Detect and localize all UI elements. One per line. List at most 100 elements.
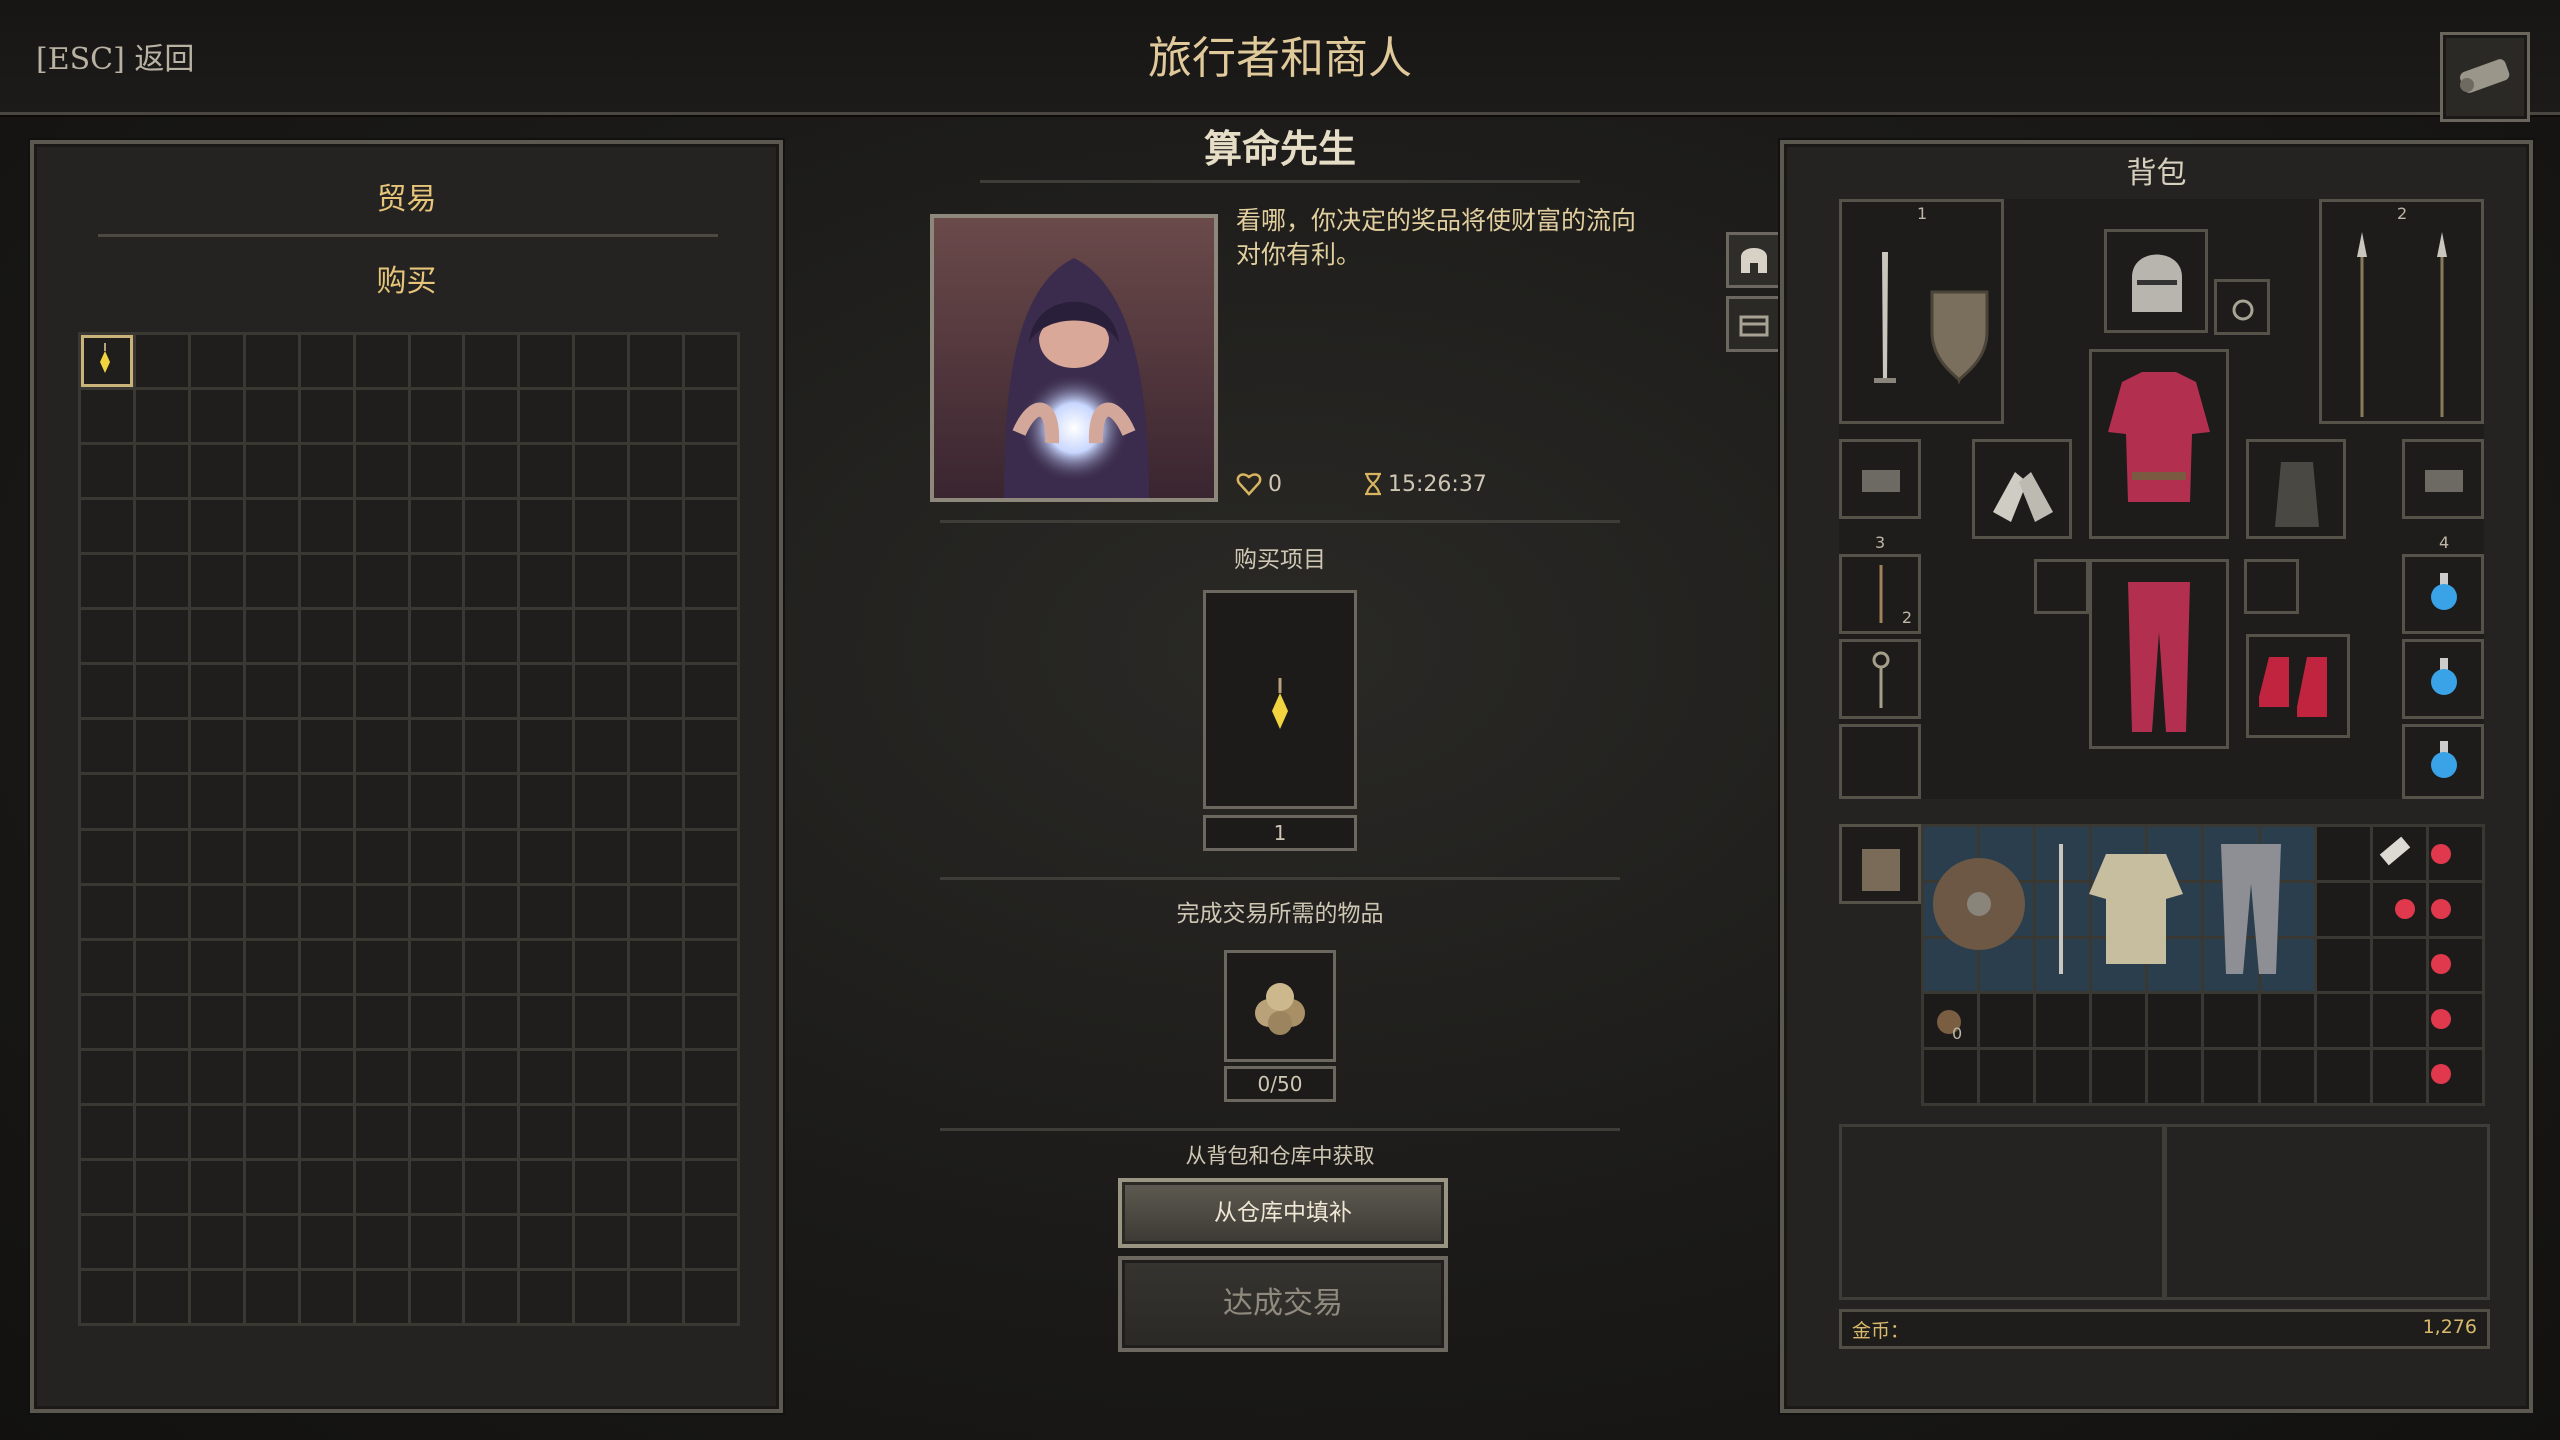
buy-slot[interactable] [81,1105,133,1158]
buy-slot[interactable] [355,445,408,498]
buy-slot[interactable] [410,940,463,993]
buy-slot[interactable] [300,665,353,718]
buy-slot[interactable] [190,995,243,1048]
purchase-item-slot[interactable] [1203,590,1357,809]
buy-slot[interactable] [630,500,683,553]
buy-slot[interactable] [81,1050,133,1103]
buy-slot[interactable] [630,1215,683,1268]
buy-slot[interactable] [575,1105,628,1158]
buy-slot[interactable] [190,940,243,993]
buy-slot[interactable] [520,1160,573,1213]
buy-slot[interactable] [135,1105,188,1158]
buy-slot[interactable] [190,1160,243,1213]
buy-slot[interactable] [465,610,518,663]
buy-slot[interactable] [630,335,683,388]
buy-slot[interactable] [245,830,298,883]
buy-slot[interactable] [520,775,573,828]
legs-slot[interactable] [2089,559,2229,749]
buy-slot[interactable] [630,1270,683,1323]
buy-slot[interactable] [630,940,683,993]
buy-slot[interactable] [520,610,573,663]
buy-slot[interactable] [520,500,573,553]
buy-slot[interactable] [465,1105,518,1158]
buy-slot[interactable] [135,1050,188,1103]
buy-slot[interactable] [685,775,737,828]
buy-slot[interactable] [520,940,573,993]
buy-slot[interactable] [135,995,188,1048]
buy-slot[interactable] [630,1160,683,1213]
buy-slot[interactable] [630,830,683,883]
buy-slot[interactable] [300,445,353,498]
buy-slot[interactable] [465,830,518,883]
buy-slot[interactable] [520,720,573,773]
buy-slot[interactable] [410,830,463,883]
buy-slot[interactable] [245,995,298,1048]
buy-slot[interactable] [135,1160,188,1213]
buy-slot[interactable] [135,445,188,498]
buy-slot[interactable] [135,775,188,828]
buy-slot[interactable] [465,775,518,828]
buy-slot[interactable] [135,940,188,993]
buy-slot[interactable] [685,1160,737,1213]
buy-slot[interactable] [630,995,683,1048]
buy-slot[interactable] [300,775,353,828]
buy-slot[interactable] [300,885,353,938]
buy-slot[interactable] [355,1215,408,1268]
buy-slot[interactable] [630,775,683,828]
buy-slot[interactable] [630,445,683,498]
buy-slot[interactable] [410,445,463,498]
buy-slot[interactable] [520,885,573,938]
buy-slot[interactable] [300,390,353,443]
buy-slot[interactable] [575,610,628,663]
buy-slot[interactable] [245,665,298,718]
weapon-set-1[interactable]: 1 [1839,199,2004,424]
buy-slot[interactable] [355,1270,408,1323]
buy-slot[interactable] [190,885,243,938]
buy-slot[interactable] [245,1050,298,1103]
buy-slot[interactable] [575,940,628,993]
buy-slot[interactable] [245,720,298,773]
buy-slot[interactable] [245,885,298,938]
head-slot[interactable] [2104,229,2208,333]
buy-slot[interactable] [245,390,298,443]
back-slot[interactable] [2246,439,2346,539]
buy-slot[interactable] [520,445,573,498]
buy-slot[interactable] [300,720,353,773]
buy-slot[interactable] [135,390,188,443]
buy-slot[interactable] [245,335,298,388]
buy-slot[interactable] [355,1105,408,1158]
buy-slot[interactable] [410,720,463,773]
tab-stash[interactable] [1726,296,1782,352]
buy-slot[interactable] [410,775,463,828]
buy-slot[interactable] [355,610,408,663]
buy-slot[interactable] [685,665,737,718]
buy-slot[interactable] [575,1215,628,1268]
buy-slot[interactable] [355,500,408,553]
complete-trade-button[interactable]: 达成交易 [1118,1256,1448,1352]
buy-slot[interactable] [135,665,188,718]
chest-slot[interactable] [2089,349,2229,539]
ring-slot-left[interactable] [1839,439,1921,519]
buy-slot[interactable] [81,1160,133,1213]
buy-slot[interactable] [190,665,243,718]
buy-slot[interactable] [245,555,298,608]
buy-slot[interactable] [355,940,408,993]
buy-slot[interactable] [685,555,737,608]
buy-slot[interactable] [81,390,133,443]
buy-slot[interactable] [575,720,628,773]
buy-slot[interactable] [685,610,737,663]
buy-slot[interactable] [465,1160,518,1213]
buy-slot[interactable] [81,555,133,608]
potion-slot[interactable] [2402,554,2484,634]
buy-slot[interactable] [245,940,298,993]
buy-slot[interactable] [190,1050,243,1103]
buy-slot[interactable] [410,335,463,388]
map-button[interactable] [2440,32,2530,122]
quick-slot[interactable] [1839,639,1921,719]
buy-slot[interactable] [520,995,573,1048]
buy-slot[interactable] [190,720,243,773]
buy-slot[interactable] [520,1105,573,1158]
buy-slot[interactable] [81,1270,133,1323]
buy-slot[interactable] [575,390,628,443]
buy-slot[interactable] [81,445,133,498]
